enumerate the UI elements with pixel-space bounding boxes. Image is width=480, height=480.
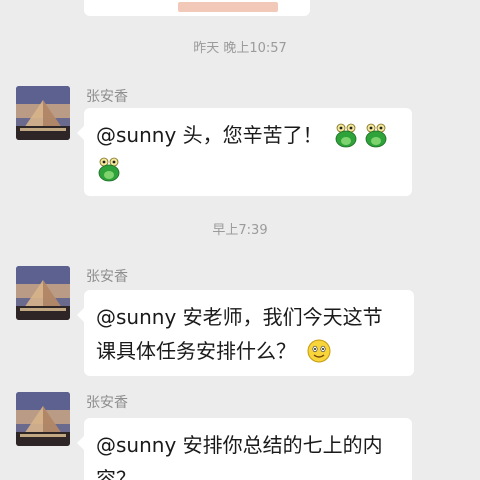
frog-emoji-icon [365, 123, 387, 148]
frog-emoji-icon [335, 123, 357, 148]
message-text-line: 课具体任务安排什么？ [96, 334, 402, 368]
avatar[interactable] [16, 86, 70, 140]
previous-message-fragment [178, 2, 278, 12]
timestamp: 昨天 晚上10:57 [193, 41, 287, 56]
message-text-line: @sunny 头，您辛苦了！ [96, 118, 400, 152]
message-bubble[interactable]: @sunny 头，您辛苦了！ [77, 108, 412, 196]
chat-view: 昨天 晚上10:57 张安香 @sunny 头，您辛苦了！ 早上7:39 张安香… [0, 0, 480, 480]
message-text-line: @sunny 安排你总结的七上的内 [96, 433, 383, 457]
frog-emoji-icon [98, 157, 120, 182]
message-text: 课具体任务安排什么？ [96, 339, 296, 363]
message-bubble[interactable]: @sunny 安排你总结的七上的内 容？ [77, 418, 412, 480]
sender-name: 张安香 [86, 395, 128, 411]
timestamp: 早上7:39 [212, 223, 268, 238]
previous-message-bubble[interactable] [84, 0, 310, 16]
message-text-line: 容？ [96, 467, 136, 480]
message-bubble[interactable]: @sunny 安老师，我们今天这节 课具体任务安排什么？ [77, 290, 414, 376]
avatar[interactable] [16, 392, 70, 446]
message-text: @sunny 头，您辛苦了！ [96, 123, 323, 147]
message-text-line [96, 152, 400, 186]
smiley-emoji-icon [307, 339, 331, 363]
sender-name: 张安香 [86, 269, 128, 285]
message-text-line: @sunny 安老师，我们今天这节 [96, 305, 383, 329]
avatar[interactable] [16, 266, 70, 320]
sender-name: 张安香 [86, 89, 128, 105]
